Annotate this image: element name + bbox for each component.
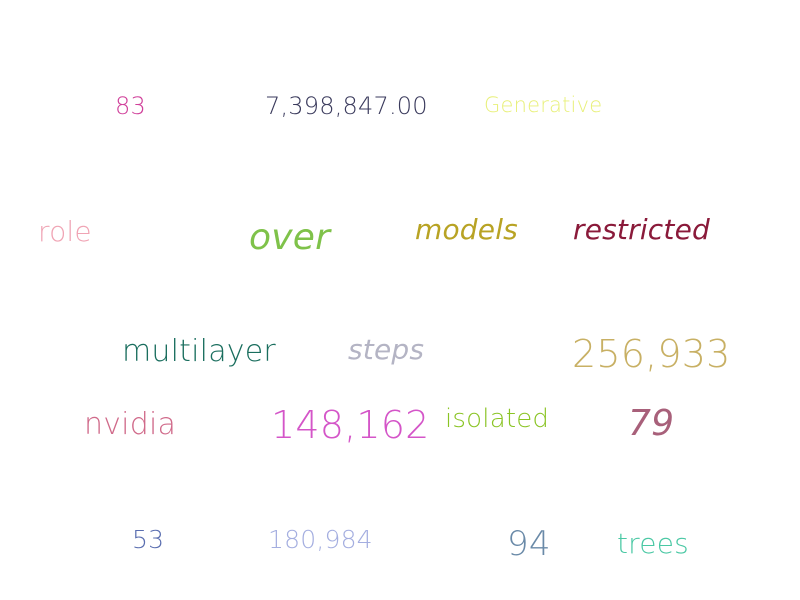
word-generative: Generative	[484, 93, 603, 117]
word-restricted: restricted	[573, 213, 710, 246]
word-trees: trees	[617, 527, 689, 560]
word-role: role	[38, 215, 92, 248]
word-over: over	[249, 217, 331, 258]
word-nvidia: nvidia	[84, 407, 177, 442]
word-cloud-canvas: 83 7,398,847.00 Generative role over mod…	[0, 0, 800, 600]
word-83: 83	[115, 92, 146, 120]
word-94: 94	[507, 524, 551, 564]
word-53: 53	[132, 525, 165, 554]
word-isolated: isolated	[445, 404, 550, 434]
word-180984: 180,984	[268, 525, 373, 554]
word-7398847: 7,398,847.00	[265, 92, 428, 120]
word-models: models	[415, 213, 518, 246]
word-148162: 148,162	[271, 403, 430, 447]
word-steps: steps	[348, 333, 425, 366]
word-multilayer: multilayer	[122, 334, 276, 369]
word-256933: 256,933	[572, 332, 731, 376]
word-79: 79	[628, 403, 675, 444]
